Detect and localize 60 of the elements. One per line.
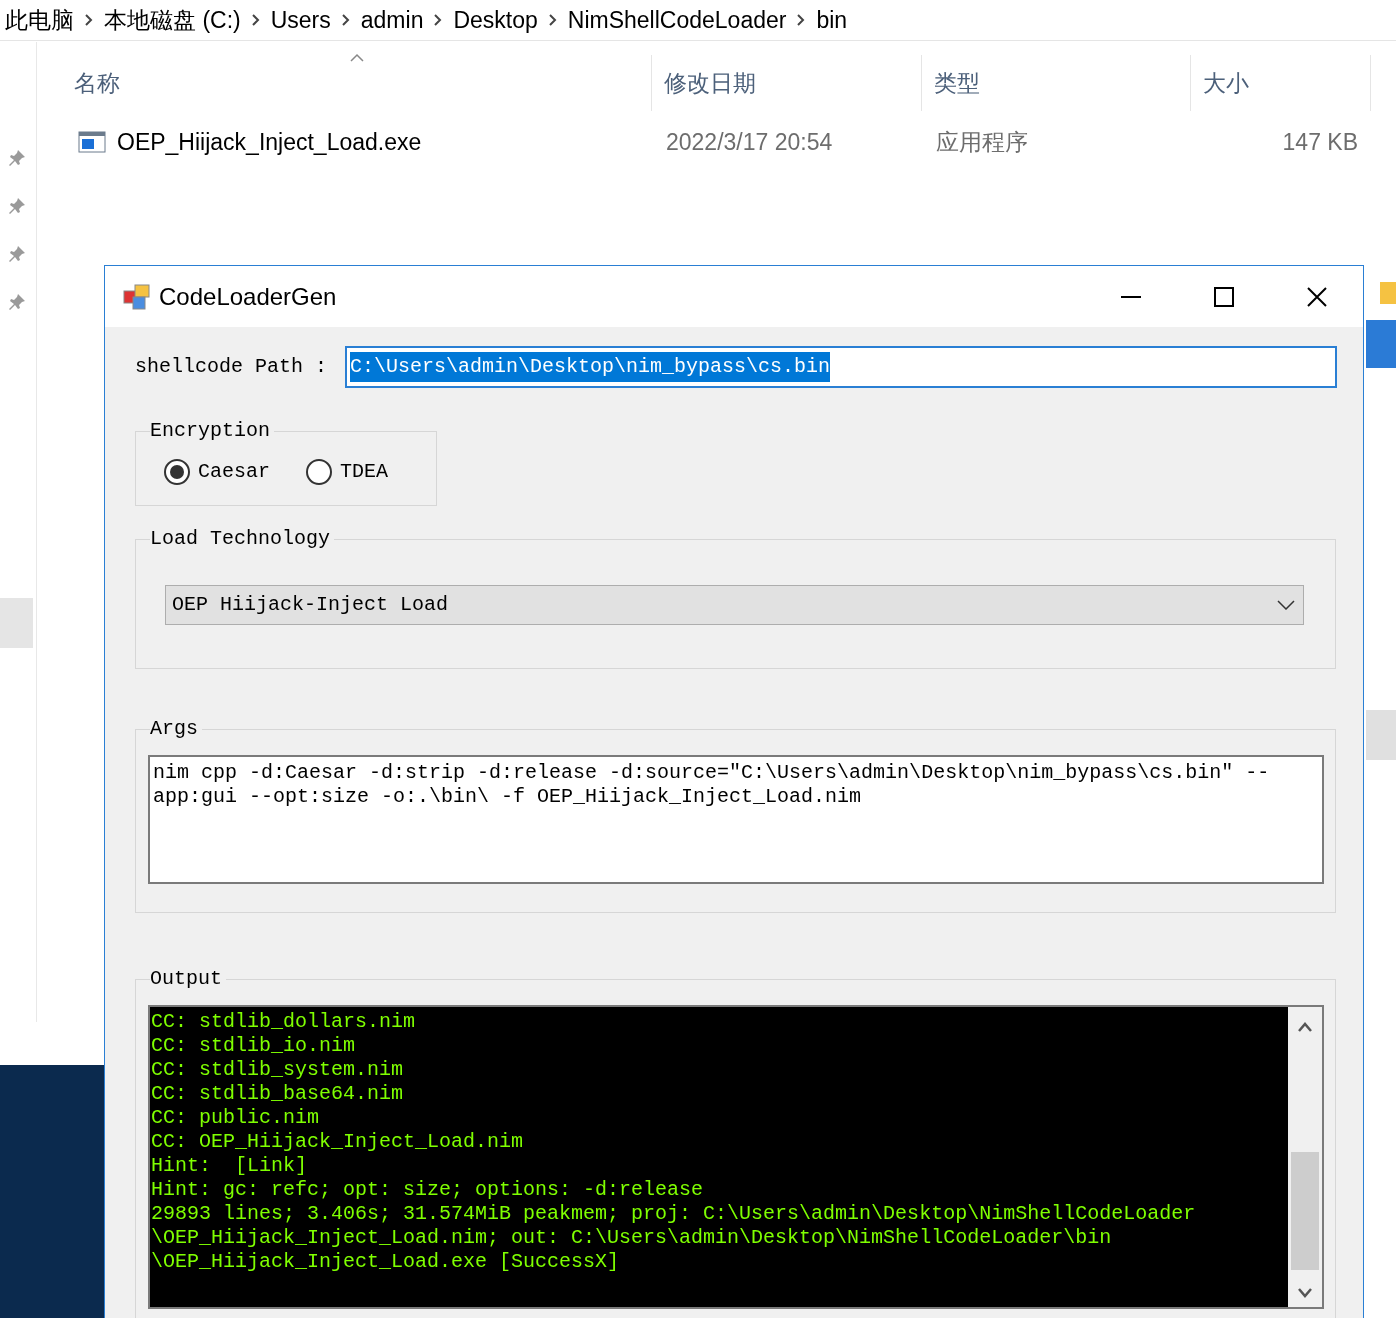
path-field[interactable]: C:\Users\admin\Desktop\nim_bypass\cs.bin <box>345 346 1338 388</box>
folder-fragment <box>1380 282 1396 304</box>
breadcrumb-item[interactable]: admin <box>360 2 424 38</box>
radio-label[interactable]: TDEA <box>340 456 389 487</box>
breadcrumb-item[interactable]: 本地磁盘 (C:) <box>104 2 241 38</box>
column-header[interactable]: 大小 <box>1191 55 1371 111</box>
minimize-icon <box>1119 295 1142 298</box>
output-line: 29893 lines; 3.406s; 31.574MiB peakmem; proj: C:\Users\admin\Desktop\NimShellCodeLoader <box>151 1202 1197 1226</box>
pin-icon[interactable] <box>7 292 27 312</box>
breadcrumb-item[interactable]: NimShellCodeLoader <box>567 2 787 38</box>
chevron-icon <box>547 14 558 26</box>
window-title: CodeLoaderGen <box>159 281 338 312</box>
breadcrumb-item[interactable]: 此电脑 <box>5 2 74 38</box>
breadcrumb-item[interactable]: bin <box>816 2 848 38</box>
app-icon <box>123 282 151 311</box>
scrollbar[interactable] <box>1288 1007 1322 1307</box>
file-name[interactable]: OEP_Hiijack_Inject_Load.exe <box>117 124 666 160</box>
output-line: CC: stdlib_io.nim <box>151 1034 357 1058</box>
path-label: shellcode Path : <box>135 354 328 380</box>
file-date: 2022/3/17 20:54 <box>666 127 834 157</box>
output-line: CC: stdlib_dollars.nim <box>151 1010 417 1034</box>
pin-icon[interactable] <box>7 148 27 168</box>
output-line: CC: stdlib_base64.nim <box>151 1082 405 1106</box>
output-line: \OEP_Hiijack_Inject_Load.exe [SuccessX] <box>151 1250 621 1274</box>
scroll-thumb[interactable] <box>1291 1152 1319 1270</box>
output-line: Hint: [Link] <box>151 1154 309 1178</box>
radio-button[interactable] <box>164 458 190 485</box>
maximize-icon <box>1212 286 1235 307</box>
chevron-icon <box>250 14 261 26</box>
pin-icon[interactable] <box>7 244 27 264</box>
output-line: CC: stdlib_system.nim <box>151 1058 405 1082</box>
column-header[interactable]: 名称 <box>38 55 653 111</box>
breadcrumb-item[interactable]: Desktop <box>453 2 538 38</box>
chevron-down-icon <box>1277 600 1295 610</box>
output-line: \OEP_Hiijack_Inject_Load.nim; out: C:\Users\admin\Desktop\NimShellCodeLoader\bin <box>151 1226 1113 1250</box>
chevron-icon <box>340 14 351 26</box>
selected-item-fragment <box>1366 320 1396 368</box>
file-size: 147 KB <box>1281 127 1358 157</box>
radio-button[interactable] <box>306 458 332 485</box>
scroll-up-icon[interactable] <box>1297 1021 1313 1033</box>
exe-file-icon <box>78 130 106 154</box>
dropdown[interactable]: OEP Hiijack-Inject Load <box>165 585 1304 625</box>
pin-icon[interactable] <box>7 196 27 216</box>
breadcrumb-item[interactable]: Users <box>270 2 331 38</box>
args-field[interactable]: nim cpp -d:Caesar -d:strip -d:release -d:source="C:\Users\admin\Desktop\nim_bypass\cs.bin" --app:gui --opt:size -o:.\bin\ -f OEP_Hiijack_Inject_Load.nim <box>148 755 1324 884</box>
file-type: 应用程序 <box>936 127 1029 157</box>
scroll-fragment <box>1366 710 1396 760</box>
column-header[interactable]: 修改日期 <box>652 55 922 111</box>
sort-caret-icon <box>350 53 364 63</box>
output-line: Hint: gc: refc; opt: size; options: -d:release <box>151 1178 705 1202</box>
nav-selection <box>0 598 33 648</box>
output-line: CC: public.nim <box>151 1106 321 1130</box>
chevron-icon <box>796 14 807 26</box>
close-icon <box>1305 286 1328 307</box>
column-header[interactable]: 类型 <box>921 55 1192 111</box>
chevron-icon <box>433 14 444 26</box>
scroll-down-icon[interactable] <box>1297 1287 1313 1299</box>
chevron-icon <box>84 14 94 26</box>
radio-label[interactable]: Caesar <box>198 456 270 487</box>
output-line: CC: OEP_Hiijack_Inject_Load.nim <box>151 1130 525 1154</box>
